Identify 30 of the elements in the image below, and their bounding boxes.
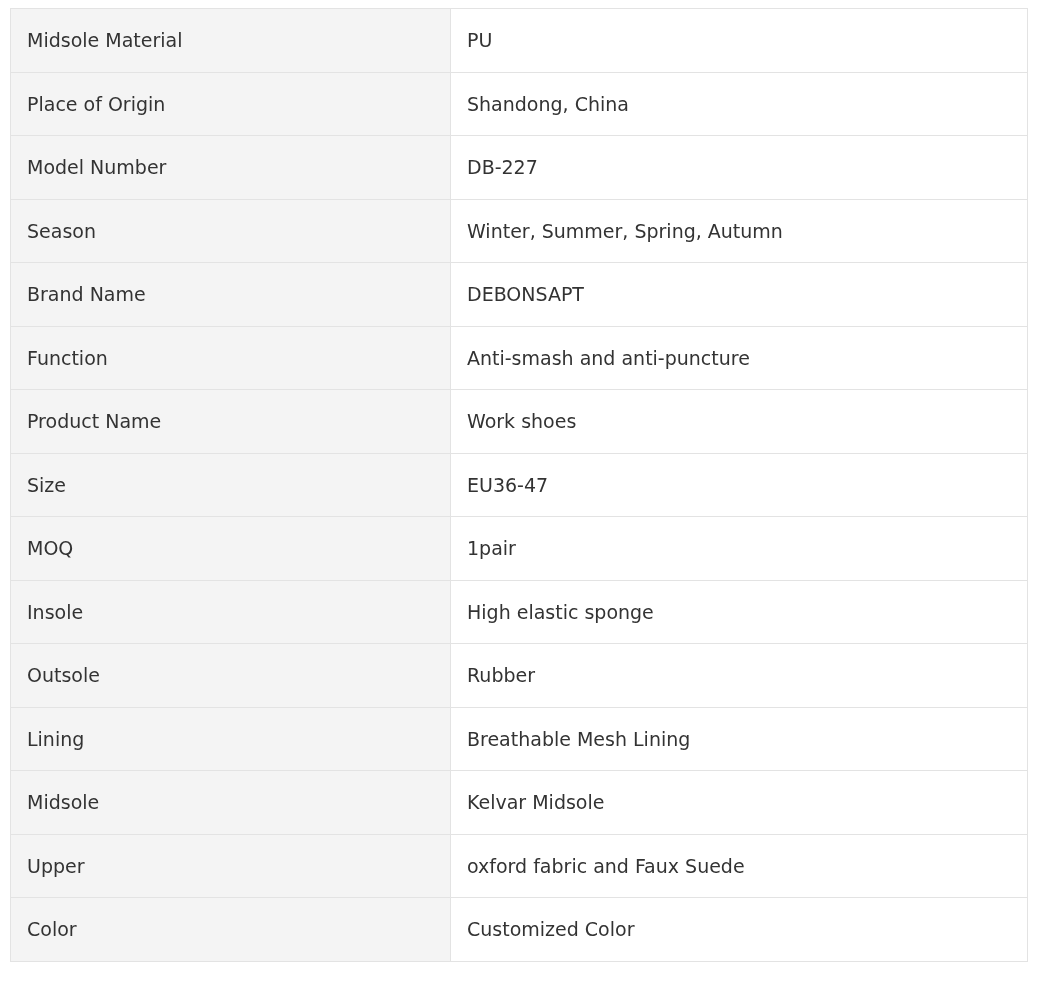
- attribute-name-cell: Insole: [10, 580, 451, 644]
- attribute-name-cell: Product Name: [10, 389, 451, 453]
- attribute-name-cell: Brand Name: [10, 262, 451, 326]
- attribute-value-cell: oxford fabric and Faux Suede: [450, 834, 1028, 898]
- attribute-value-cell: High elastic sponge: [450, 580, 1028, 644]
- attribute-value-cell: 1pair: [450, 516, 1028, 580]
- attribute-name-cell: Season: [10, 199, 451, 263]
- attribute-name-cell: Lining: [10, 707, 451, 771]
- attribute-value-cell: Shandong, China: [450, 72, 1028, 136]
- attribute-name-cell: Function: [10, 326, 451, 390]
- attribute-value-cell: Work shoes: [450, 389, 1028, 453]
- attribute-value-cell: Breathable Mesh Lining: [450, 707, 1028, 771]
- attribute-name-cell: Midsole Material: [10, 8, 451, 72]
- attribute-value-cell: Anti-smash and anti-puncture: [450, 326, 1028, 390]
- attribute-name-cell: MOQ: [10, 516, 451, 580]
- attribute-value-cell: EU36-47: [450, 453, 1028, 517]
- attribute-name-cell: Size: [10, 453, 451, 517]
- attribute-value-cell: DB-227: [450, 135, 1028, 199]
- attribute-value-cell: PU: [450, 8, 1028, 72]
- attribute-name-cell: Midsole: [10, 770, 451, 834]
- attribute-value-cell: Customized Color: [450, 897, 1028, 961]
- attribute-value-cell: DEBONSAPT: [450, 262, 1028, 326]
- attribute-value-cell: Winter, Summer, Spring, Autumn: [450, 199, 1028, 263]
- attribute-name-cell: Color: [10, 897, 451, 961]
- attribute-name-cell: Place of Origin: [10, 72, 451, 136]
- attribute-name-cell: Model Number: [10, 135, 451, 199]
- attribute-name-cell: Upper: [10, 834, 451, 898]
- attribute-value-cell: Kelvar Midsole: [450, 770, 1028, 834]
- attribute-value-cell: Rubber: [450, 643, 1028, 707]
- attribute-name-cell: Outsole: [10, 643, 451, 707]
